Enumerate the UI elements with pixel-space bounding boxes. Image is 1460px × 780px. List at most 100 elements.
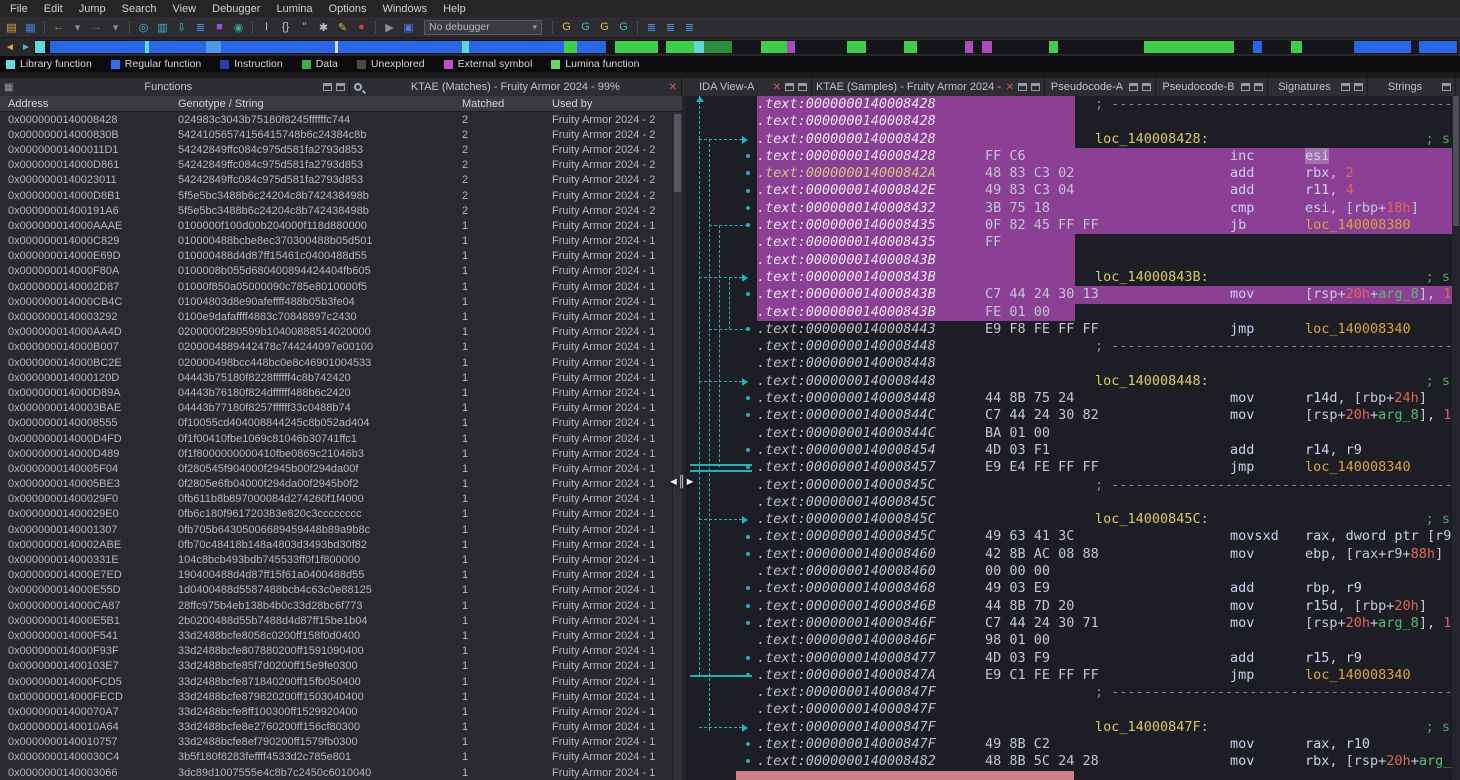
jump-address-icon[interactable]: ◎ [134,18,153,36]
table-row[interactable]: 0x000000014000F93F33d2488bcfe807880200ff… [0,644,682,659]
table-row[interactable]: 0x0000000140002D8701000f850a05000090c785… [0,279,682,294]
disasm-line[interactable]: .text:000000014000843BFE 01 00 [757,304,1452,321]
window-icon[interactable] [785,83,794,91]
window-icon[interactable] [1442,83,1451,91]
disasm-line[interactable]: .text:000000014000843BC7 44 24 30 13mov[… [757,286,1452,303]
text-cursor-icon[interactable]: I [257,18,276,36]
menu-item-lumina[interactable]: Lumina [268,2,320,16]
window-icon[interactable] [1031,83,1040,91]
disasm-line[interactable]: .text:000000014000847F49 8B C2movrax, r1… [757,736,1452,753]
navigate-forward-icon[interactable]: → [87,18,106,36]
tab-ktae-samples-fruity-armor-2024-99-[interactable]: KTAE (Samples) - Fruity Armor 2024 - 99%… [812,78,1045,96]
column-header-matched[interactable]: Matched [454,98,544,110]
disasm-line[interactable]: .text:0000000140008428; ----------------… [757,96,1452,113]
table-row[interactable]: 0x000000014000F80A0100008b055d6804008944… [0,264,682,279]
table-row[interactable]: 0x000000014000AA4D0200000f280599b1040088… [0,325,682,340]
table-row[interactable]: 0x000000014000D86154242849ffc084c975d581… [0,158,682,173]
goto-named-icon[interactable]: G [576,18,595,36]
navband-next-icon[interactable]: ► [18,39,34,55]
functions-panel-titlebar[interactable]: ▦ Functions [0,78,350,96]
table-row[interactable]: 0x000000014000E5B12b0200488d55b7488d4d87… [0,613,682,628]
navigator-band[interactable] [34,40,1458,54]
table-row[interactable]: 0x00000001400030C43b5f180f8283feffff4533… [0,750,682,765]
disasm-line[interactable]: .text:000000014000846042 8B AC 08 88move… [757,546,1452,563]
menu-item-windows[interactable]: Windows [374,2,435,16]
table-row[interactable]: 0x00000001400191A65f5e5bc3488b6c24204c8b… [0,203,682,218]
debugger-select[interactable]: No debugger▾ [424,20,542,35]
disasm-line[interactable]: .text:000000014000847F [757,701,1452,718]
window-icon[interactable] [336,83,345,91]
column-header-address[interactable]: Address [0,98,170,110]
disasm-line[interactable]: .text:00000001400084350F 82 45 FF FFjblo… [757,217,1452,234]
tab-signatures[interactable]: Signatures [1268,78,1368,96]
close-icon[interactable]: ✕ [773,82,781,93]
window-icon[interactable] [1018,83,1027,91]
table-row[interactable]: 0x000000014002301154242849ffc084c975d581… [0,173,682,188]
table-row[interactable]: 0x00000001400011D154242849ffc084c975d581… [0,142,682,157]
tab-pseudocode-a[interactable]: Pseudocode-A [1045,78,1156,96]
disasm-line[interactable]: .text:000000014000846F98 01 00 [757,632,1452,649]
table-row[interactable]: 0x0000000140002ABE0fb70c48418b148a4803d3… [0,537,682,552]
table-row[interactable]: 0x000000014000F54133d2488bcfe8058c0200ff… [0,628,682,643]
scrollbar-thumb[interactable] [674,114,681,192]
table-row[interactable]: 0x000000014000331E104c8bcb493bdb745533ff… [0,552,682,567]
column-header-used-by[interactable]: Used by [544,98,682,110]
table-row[interactable]: 0x0000000140003BAE04443b77180f8257ffffff… [0,401,682,416]
open-file-icon[interactable]: ▤ [2,18,21,36]
quotes-icon[interactable]: ” [295,18,314,36]
disasm-line[interactable]: .text:0000000140008448; ----------------… [757,338,1452,355]
run-icon[interactable]: ▶ [380,18,399,36]
navband-prev-icon[interactable]: ◄ [2,39,18,55]
menu-item-options[interactable]: Options [321,2,375,16]
table-row[interactable]: 0x000000014000CB4C01004803d8e90afeffff48… [0,294,682,309]
breakpoint-icon[interactable]: ● [352,18,371,36]
disasm-line[interactable]: .text:000000014000846000 00 00 [757,563,1452,580]
close-icon[interactable]: ✕ [1006,82,1014,93]
table-row[interactable]: 0x0000000140005BE30f2805e6fb04000f294da0… [0,477,682,492]
disasm-line[interactable]: .text:0000000140008443E9 F8 FE FF FFjmpl… [757,321,1452,338]
save-icon[interactable]: ▦ [21,18,40,36]
table-row[interactable]: 0x000000014000FCD533d2488bcfe871840200ff… [0,674,682,689]
navigate-back-menu-icon[interactable]: ▾ [68,18,87,36]
table-row[interactable]: 0x00000001400013070fb705b643050066894594… [0,522,682,537]
navigate-back-icon[interactable]: ← [49,18,68,36]
lumina-icon[interactable]: ◉ [229,18,248,36]
table-row[interactable]: 0x0000000140010A6433d2488bcfe8e2760200ff… [0,720,682,735]
table-row[interactable]: 0x000000014000D8B15f5e5bc3488b6c24204c8b… [0,188,682,203]
window-icon[interactable] [323,83,332,91]
table-header[interactable]: AddressGenotype / StringMatchedUsed by [0,96,682,112]
table-row[interactable]: 0x00000001400030663dc89d1007555e4c8b7c24… [0,765,682,780]
menu-item-search[interactable]: Search [114,2,165,16]
table-row[interactable]: 0x000000014000E69D010000488d4d87ff15461c… [0,249,682,264]
window-icon[interactable] [1354,83,1363,91]
window-icon[interactable] [1129,83,1138,91]
disasm-line[interactable]: .text:0000000140008428 [757,113,1452,130]
disasm-line[interactable]: .text:000000014000843B [757,252,1452,269]
disasm-line[interactable]: .text:000000014000842A48 83 C3 02addrbx,… [757,165,1452,182]
tab-strings[interactable]: Strings [1368,78,1456,96]
disasm-line[interactable]: .text:000000014000845C; ----------------… [757,477,1452,494]
column-header-genotype-string[interactable]: Genotype / String [170,98,454,110]
disasm-line[interactable]: .text:000000014000847Floc_14000847F:; s [757,719,1452,736]
table-row[interactable]: 0x000000014000B0070200004889442478c74424… [0,340,682,355]
table-row[interactable]: 0x00000001400103E733d2488bcfe85f7d0200ff… [0,659,682,674]
disasm-line[interactable]: .text:0000000140008448 [757,355,1452,372]
table-row[interactable]: 0x000000014000D89A04443b76180f824dffffff… [0,385,682,400]
table-row[interactable]: 0x000000014000E55D1d0400488d5587488bcb4c… [0,583,682,598]
table-row[interactable]: 0x000000014000FECD33d2488bcfe879820200ff… [0,689,682,704]
disasm-line[interactable]: .text:000000014000846B44 8B 7D 20movr15d… [757,598,1452,615]
disasm-line[interactable]: .text:000000014000844CBA 01 00 [757,425,1452,442]
vertical-scrollbar[interactable] [672,112,682,780]
disasm-line[interactable]: .text:0000000140008457E9 E4 FE FF FFjmpl… [757,459,1452,476]
tab-ida-view-a[interactable]: IDA View-A✕ [682,78,812,96]
jump-down-icon[interactable]: ⇩ [172,18,191,36]
table-row[interactable]: 0x000000014000830B54241056574156415748b6… [0,127,682,142]
disasm-line[interactable]: .text:0000000140008428loc_140008428:; s [757,131,1452,148]
disasm-line[interactable]: .text:000000014000848248 8B 5C 24 28movr… [757,753,1452,770]
table-row[interactable]: 0x000000014000AAAE0100000f100d00b204000f… [0,218,682,233]
table-row[interactable]: 0x0000000140008428024983c3043b75180f8245… [0,112,682,127]
names-list-icon[interactable]: ≣ [191,18,210,36]
ktae-matches-panel-titlebar[interactable]: KTAE (Matches) - Fruity Armor 2024 - 99%… [350,78,682,96]
disasm-line[interactable]: .text:0000000140008428FF C6incesi [757,148,1452,165]
goto-segment-icon[interactable]: G [614,18,633,36]
